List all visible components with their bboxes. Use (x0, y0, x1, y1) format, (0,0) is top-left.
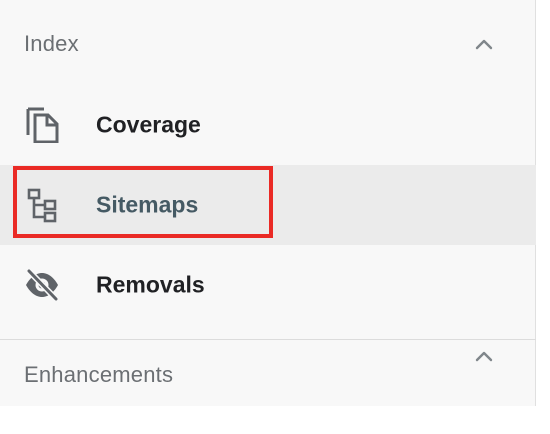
copy-pages-icon (26, 107, 59, 143)
sidebar-item-label: Coverage (96, 111, 201, 138)
section-title-enhancements: Enhancements (24, 362, 174, 387)
chevron-up-icon[interactable] (472, 344, 496, 368)
eye-off-icon (26, 268, 59, 302)
section-header-index[interactable]: Index (0, 4, 536, 84)
sitemap-tree-icon (27, 188, 57, 223)
sidebar-item-sitemaps[interactable]: Sitemaps (0, 165, 536, 245)
chevron-up-icon[interactable] (472, 32, 496, 56)
window-edge (536, 0, 550, 406)
sidebar-item-coverage[interactable]: Coverage (0, 85, 536, 165)
sidebar-panel: Index Coverage Sitemaps Removals Enhance… (0, 0, 536, 406)
section-header-enhancements[interactable]: Enhancements (0, 351, 536, 434)
sidebar-item-label: Sitemaps (96, 191, 199, 218)
sidebar-item-label: Removals (96, 271, 205, 298)
section-title-index: Index (24, 31, 79, 56)
section-divider (0, 339, 536, 340)
sidebar-item-removals[interactable]: Removals (0, 245, 536, 325)
